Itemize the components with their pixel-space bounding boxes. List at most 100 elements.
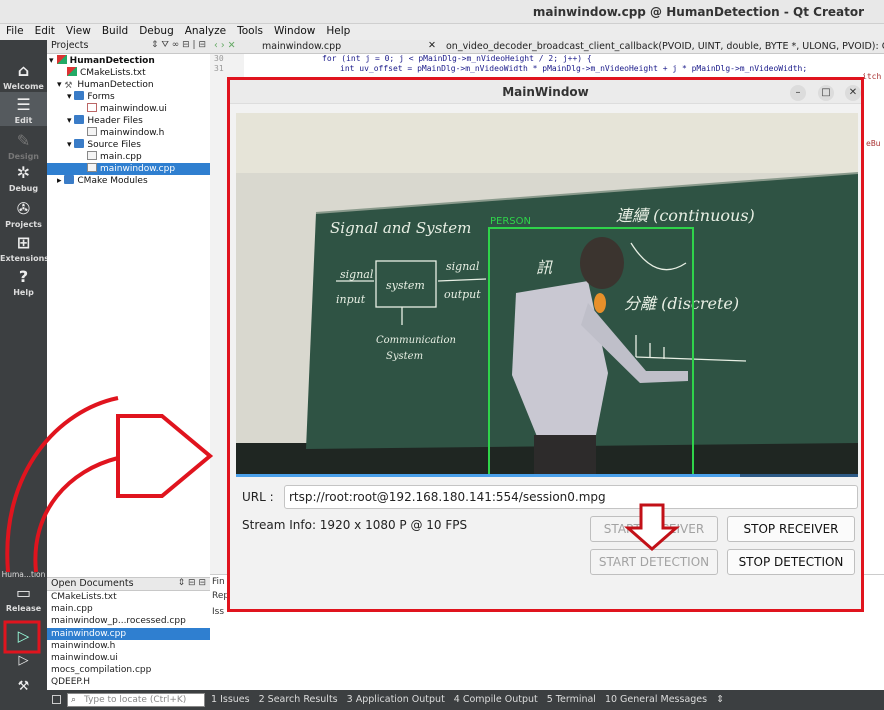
panel-tools-icons[interactable]: ⇕ ⊟ ⊟	[178, 578, 206, 588]
function-selector[interactable]: on_video_decoder_broadcast_client_callba…	[446, 41, 884, 52]
pane-tab-issues[interactable]: 1 Issues	[211, 694, 250, 705]
locator-input[interactable]: ⌕ Type to locate (Ctrl+K)	[67, 693, 205, 707]
output-pane-tabs: 1 Issues 2 Search Results 3 Application Ou…	[211, 694, 733, 705]
kit-selector[interactable]: ▭ Release	[0, 584, 47, 614]
menu-tools[interactable]: Tools	[231, 24, 268, 37]
status-bar: ⌕ Type to locate (Ctrl+K) 1 Issues 2 Searc…	[47, 690, 884, 710]
project-tree: ▾ HumanDetection CMakeLists.txt ▾ ⚒ Human…	[47, 54, 210, 574]
tree-item-forms[interactable]: ▾ Forms	[47, 91, 210, 103]
close-doc-icon[interactable]: ✕	[428, 40, 436, 51]
chevron-updown-icon[interactable]: ⇕	[716, 694, 724, 705]
pane-tab-search[interactable]: 2 Search Results	[259, 694, 338, 705]
home-icon: ⌂	[17, 61, 30, 80]
ui-file-icon	[87, 103, 97, 112]
tree-item-cmake-modules[interactable]: ▸ CMake Modules	[47, 175, 210, 187]
menu-debug[interactable]: Debug	[133, 24, 179, 37]
nav-arrows-icon[interactable]: ‹ › ✕	[214, 40, 236, 51]
board-text: Signal and System	[330, 219, 471, 237]
stop-receiver-button[interactable]: STOP RECEIVER	[727, 516, 855, 542]
tree-item-target[interactable]: ▾ ⚒ HumanDetection	[47, 79, 210, 91]
tree-root[interactable]: ▾ HumanDetection	[47, 55, 210, 67]
start-detection-button[interactable]: START DETECTION	[590, 549, 718, 575]
cmake-project-icon	[56, 55, 67, 64]
open-doc-item[interactable]: mainwindow_p...rocessed.cpp	[47, 615, 210, 627]
output-side-label: Fin	[212, 577, 225, 587]
open-documents-list: CMakeLists.txt main.cpp mainwindow_p...r…	[47, 591, 210, 690]
pencil-icon: ✎	[16, 131, 31, 150]
url-input[interactable]: rtsp://root:root@192.168.180.141:554/ses…	[284, 485, 858, 509]
output-side-label: Iss	[212, 607, 225, 617]
board-text: System	[386, 351, 423, 362]
cmake-file-icon	[67, 67, 77, 76]
tree-item-main-cpp[interactable]: main.cpp	[47, 151, 210, 163]
hammer-icon: ⚒	[17, 679, 30, 694]
hammer-icon: ⚒	[64, 81, 73, 91]
close-icon[interactable]: ✕	[845, 85, 861, 101]
editor-file-tab[interactable]: mainwindow.cpp	[262, 41, 341, 52]
pane-tab-app-output[interactable]: 3 Application Output	[347, 694, 445, 705]
tree-item-mainwindow-cpp[interactable]: mainwindow.cpp	[47, 163, 210, 175]
menu-edit[interactable]: Edit	[29, 24, 60, 37]
open-doc-item[interactable]: mainwindow.h	[47, 640, 210, 652]
menu-help[interactable]: Help	[320, 24, 355, 37]
mode-help[interactable]: ? Help	[0, 267, 47, 298]
mode-bar: ⌂ Welcome ☰ Edit ✎ Design ✲ Debug ✇ Projects …	[0, 40, 49, 710]
menu-window[interactable]: Window	[268, 24, 320, 37]
pane-tab-terminal[interactable]: 5 Terminal	[547, 694, 596, 705]
open-doc-item[interactable]: main.cpp	[47, 603, 210, 615]
header-file-icon	[87, 127, 97, 136]
detection-label: PERSON	[490, 216, 531, 227]
board-text: 分離 (discrete)	[624, 294, 739, 313]
run-button[interactable]: ▷	[0, 624, 47, 648]
run-icon: ▷	[17, 627, 30, 645]
stream-progress-fill	[236, 474, 740, 477]
menu-view[interactable]: View	[60, 24, 96, 37]
mode-design[interactable]: ✎ Design	[0, 131, 47, 162]
pane-tab-compile[interactable]: 4 Compile Output	[454, 694, 538, 705]
url-label: URL :	[242, 490, 274, 504]
edit-lines-icon: ☰	[16, 95, 31, 114]
maximize-icon[interactable]: □	[818, 85, 834, 101]
cpp-file-icon	[87, 163, 97, 172]
mode-edit[interactable]: ☰ Edit	[0, 92, 47, 126]
build-button[interactable]: ⚒	[0, 678, 47, 700]
help-icon: ?	[18, 267, 29, 286]
line-number: 30	[214, 54, 224, 63]
pane-tab-general[interactable]: 10 General Messages	[605, 694, 707, 705]
menu-build[interactable]: Build	[96, 24, 133, 37]
video-frame: Signal and System signal input system si…	[236, 113, 858, 475]
board-text: output	[444, 288, 481, 301]
tree-item-header-file[interactable]: mainwindow.h	[47, 127, 210, 139]
editor-toolbar: ‹ › ✕ mainwindow.cpp ✕ on_video_decoder_…	[210, 40, 884, 54]
wrench-icon: ✇	[16, 199, 31, 218]
menu-file[interactable]: File	[0, 24, 29, 37]
minimize-icon[interactable]: –	[790, 85, 806, 101]
start-receiver-button[interactable]: START RECEIVER	[590, 516, 718, 542]
tree-item-cmakelists[interactable]: CMakeLists.txt	[47, 67, 210, 79]
bug-icon: ✲	[16, 163, 31, 182]
debug-run-button[interactable]: ▷	[0, 652, 47, 674]
board-text: Communication	[376, 335, 456, 346]
toggle-sidebar-icon[interactable]	[52, 695, 61, 704]
open-doc-item-selected[interactable]: mainwindow.cpp	[47, 627, 210, 640]
wall-upper	[236, 113, 858, 173]
mode-extensions[interactable]: ⊞ Extensions	[0, 234, 49, 264]
code-line: int uv_offset = pMainDlg->m_nVideoWidth …	[340, 64, 808, 73]
mode-welcome[interactable]: ⌂ Welcome	[0, 61, 47, 92]
person-head	[580, 237, 624, 289]
tree-item-sources[interactable]: ▾ Source Files	[47, 139, 210, 151]
stop-detection-button[interactable]: STOP DETECTION	[727, 549, 855, 575]
tree-item-headers[interactable]: ▾ Header Files	[47, 115, 210, 127]
open-doc-item[interactable]: mocs_compilation.cpp	[47, 664, 210, 676]
mode-projects[interactable]: ✇ Projects	[0, 199, 47, 230]
menu-analyze[interactable]: Analyze	[179, 24, 231, 37]
mode-debug[interactable]: ✲ Debug	[0, 163, 47, 194]
person-pants	[534, 435, 596, 475]
open-doc-item[interactable]: CMakeLists.txt	[47, 591, 210, 603]
tree-item-form-file[interactable]: mainwindow.ui	[47, 103, 210, 115]
open-doc-item[interactable]: QDEEP.H	[47, 676, 210, 688]
kit-target-name: Huma...tion	[1, 570, 46, 579]
board-text: signal	[446, 260, 480, 273]
panel-tools-icons[interactable]: ⇕ ⛛ ∞ ⊟ | ⊟	[151, 40, 206, 50]
open-doc-item[interactable]: mainwindow.ui	[47, 652, 210, 664]
